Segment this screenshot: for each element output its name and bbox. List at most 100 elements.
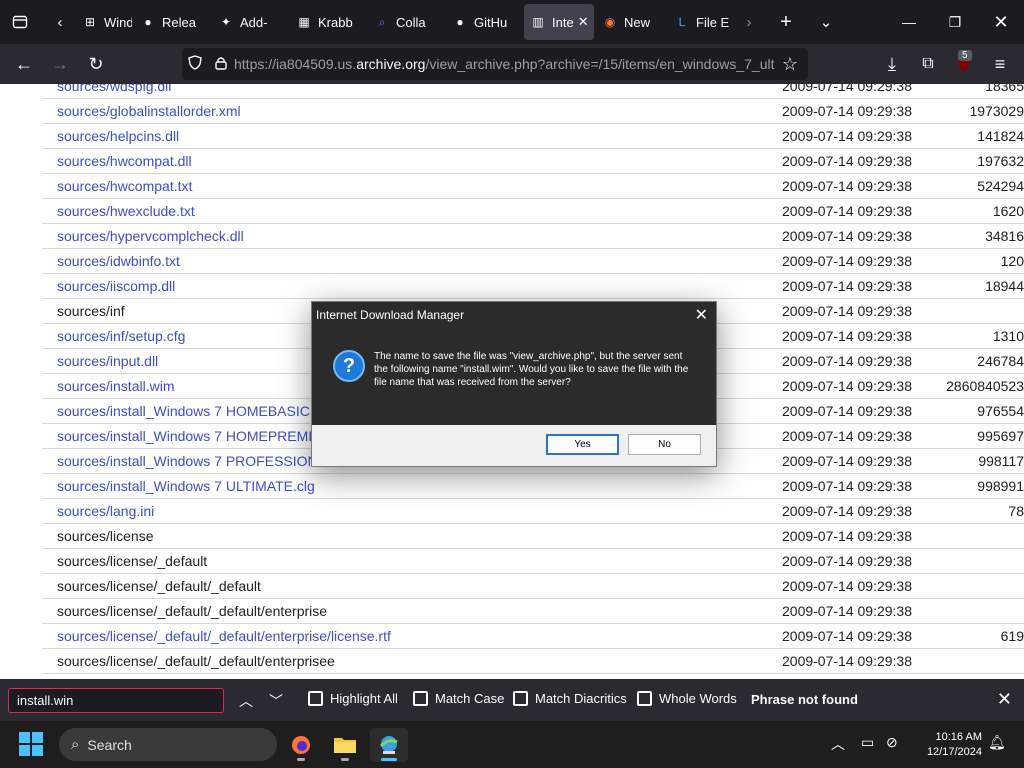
tab-scroll-left-icon[interactable]: ‹ <box>44 4 76 40</box>
file-link[interactable]: sources/install_Windows 7 HOMEBASIC <box>57 403 310 419</box>
file-date: 2009-07-14 09:29:38 <box>782 128 912 144</box>
folder-name: sources/license/_default/_default/enterp… <box>57 603 328 619</box>
file-size: 18944 <box>985 278 1024 294</box>
puzzle-icon: ✦ <box>220 15 232 29</box>
forward-arrow-icon[interactable]: → <box>42 48 78 80</box>
taskbar-search[interactable]: ⌕ Search <box>59 728 277 761</box>
file-date: 2009-07-14 09:29:38 <box>782 353 912 369</box>
firefox-icon: ◉ <box>604 15 616 29</box>
folder-name: sources/license/_default/_default <box>57 578 261 594</box>
file-link[interactable]: sources/install_Windows 7 PROFESSION <box>57 453 318 469</box>
tab-4[interactable]: ⌕ Colla <box>368 4 444 40</box>
tracking-shield-icon[interactable] <box>182 55 208 73</box>
list-all-tabs-icon[interactable]: ⌄ <box>808 4 844 40</box>
file-date: 2009-07-14 09:29:38 <box>782 228 912 244</box>
file-link[interactable]: sources/hwcompat.txt <box>57 178 192 194</box>
tab-5[interactable]: ● GitHu <box>446 4 522 40</box>
file-row: sources/hwcompat.txt 2009-07-14 09:29:38 5… <box>42 174 1024 199</box>
file-date: 2009-07-14 09:29:38 <box>782 378 912 394</box>
browser-tab-bar: ‹ ⊞ Wind ● Relea ✦ Add- ▦ Krabb ⌕ Colla ● GitHu ▥ Int… <box>0 0 1024 44</box>
file-date: 2009-07-14 09:29:38 <box>782 653 912 669</box>
find-in-page-bar: install.win ︿ ﹀ Highlight All Match Case… <box>0 679 1024 721</box>
downloads-icon[interactable]: ⤓ <box>874 48 910 80</box>
file-link[interactable]: sources/helpcins.dll <box>57 128 179 144</box>
new-tab-icon[interactable]: + <box>768 4 804 40</box>
taskbar-firefox-icon[interactable] <box>282 728 320 762</box>
tab-2[interactable]: ✦ Add- <box>212 4 288 40</box>
tab-7[interactable]: ◉ New <box>596 4 666 40</box>
reload-icon[interactable]: ↻ <box>78 48 114 80</box>
file-link[interactable]: sources/hypervcomplcheck.dll <box>57 228 244 244</box>
file-date: 2009-07-14 09:29:38 <box>782 178 912 194</box>
file-date: 2009-07-14 09:29:38 <box>782 103 912 119</box>
file-row: sources/license/_default 2009-07-14 09:29… <box>42 549 1024 574</box>
match-diacritics-checkbox[interactable]: Match Diacritics <box>513 691 627 706</box>
padlock-icon[interactable] <box>208 56 234 73</box>
minimize-icon[interactable]: — <box>886 0 932 44</box>
url-bar[interactable]: https://ia804509.us.archive.org/view_arc… <box>182 48 808 80</box>
bookmark-star-icon[interactable]: ☆ <box>772 48 808 80</box>
yes-button[interactable]: Yes <box>546 434 619 455</box>
network-icon[interactable]: ▭ <box>861 734 874 751</box>
lp-icon: L <box>678 15 686 29</box>
file-link[interactable]: sources/iiscomp.dll <box>57 278 175 294</box>
file-link[interactable]: sources/hwcompat.dll <box>57 153 192 169</box>
file-link[interactable]: sources/license/_default/_default/enterp… <box>57 628 391 644</box>
file-size: 18365 <box>985 84 1024 94</box>
extension-badge-count: 5 <box>958 50 972 61</box>
tab-scroll-right-icon[interactable]: › <box>734 4 764 40</box>
dialog-close-icon[interactable]: ✕ <box>695 305 708 325</box>
file-link[interactable]: sources/hwexclude.txt <box>57 203 195 219</box>
tab-label: New <box>624 14 651 30</box>
file-link[interactable]: sources/globalinstallorder.xml <box>57 103 241 119</box>
find-next-icon[interactable]: ﹀ <box>263 688 289 714</box>
menu-hamburger-icon[interactable]: ≡ <box>982 48 1018 80</box>
notification-bell-icon[interactable]: 🔔︎ <box>988 734 1006 751</box>
tab-label: Add- <box>240 14 268 30</box>
extensions-icon[interactable]: ⧉ <box>910 48 946 80</box>
file-date: 2009-07-14 09:29:38 <box>782 328 912 344</box>
file-link[interactable]: sources/install.wim <box>57 378 174 394</box>
file-link[interactable]: sources/install_Windows 7 HOMEPREMI <box>57 428 312 444</box>
restore-icon[interactable]: ❐ <box>932 0 978 44</box>
keyboard-icon: ▦ <box>298 15 310 29</box>
find-previous-icon[interactable]: ︿ <box>233 688 259 714</box>
tray-overflow-chevron-icon[interactable]: ︿ <box>831 734 845 754</box>
file-date: 2009-07-14 09:29:38 <box>782 503 912 519</box>
whole-words-checkbox[interactable]: Whole Words <box>637 691 737 706</box>
taskbar-clock[interactable]: 10:16 AM 12/17/2024 <box>918 730 982 760</box>
search-icon: ⌕ <box>71 736 80 753</box>
file-row: sources/hwcompat.dll 2009-07-14 09:29:38 1… <box>42 149 1024 174</box>
find-input[interactable]: install.win <box>8 688 224 713</box>
taskbar-file-explorer-icon[interactable] <box>326 728 364 762</box>
file-size: 34816 <box>985 228 1024 244</box>
match-case-checkbox[interactable]: Match Case <box>413 691 504 706</box>
dialog-title: Internet Download Manager <box>316 308 465 322</box>
close-window-icon[interactable]: ✕ <box>978 0 1024 44</box>
tab-8[interactable]: L File E <box>668 4 744 40</box>
tab-3[interactable]: ▦ Krabb <box>290 4 366 40</box>
highlight-all-checkbox[interactable]: Highlight All <box>308 691 398 706</box>
file-link[interactable]: sources/install_Windows 7 ULTIMATE.clg <box>57 478 315 494</box>
file-size: 2860840523 <box>946 378 1024 394</box>
file-link[interactable]: sources/inf/setup.cfg <box>57 328 185 344</box>
volume-muted-icon[interactable]: ⊘ <box>886 734 898 751</box>
back-arrow-icon[interactable]: ← <box>6 48 42 80</box>
no-button[interactable]: No <box>628 434 701 455</box>
firefox-view-icon[interactable] <box>2 4 38 40</box>
tab-0[interactable]: ⊞ Wind <box>76 4 132 40</box>
taskbar-idm-icon[interactable] <box>370 728 408 762</box>
close-tab-icon[interactable]: ✕ <box>578 14 589 30</box>
file-size: 976554 <box>977 403 1024 419</box>
start-button[interactable] <box>19 732 43 756</box>
find-close-icon[interactable]: ✕ <box>997 689 1012 710</box>
file-row: sources/hwexclude.txt 2009-07-14 09:29:38… <box>42 199 1024 224</box>
tab-1[interactable]: ● Relea <box>134 4 210 40</box>
folder-name: sources/license <box>57 528 154 544</box>
search-icon: ⌕ <box>378 14 386 29</box>
file-link[interactable]: sources/wdsplg.dll <box>57 84 171 94</box>
file-link[interactable]: sources/input.dll <box>57 353 158 369</box>
tab-6[interactable]: ▥ Inte ✕ <box>524 4 594 40</box>
file-link[interactable]: sources/idwbinfo.txt <box>57 253 180 269</box>
file-link[interactable]: sources/lang.ini <box>57 503 154 519</box>
